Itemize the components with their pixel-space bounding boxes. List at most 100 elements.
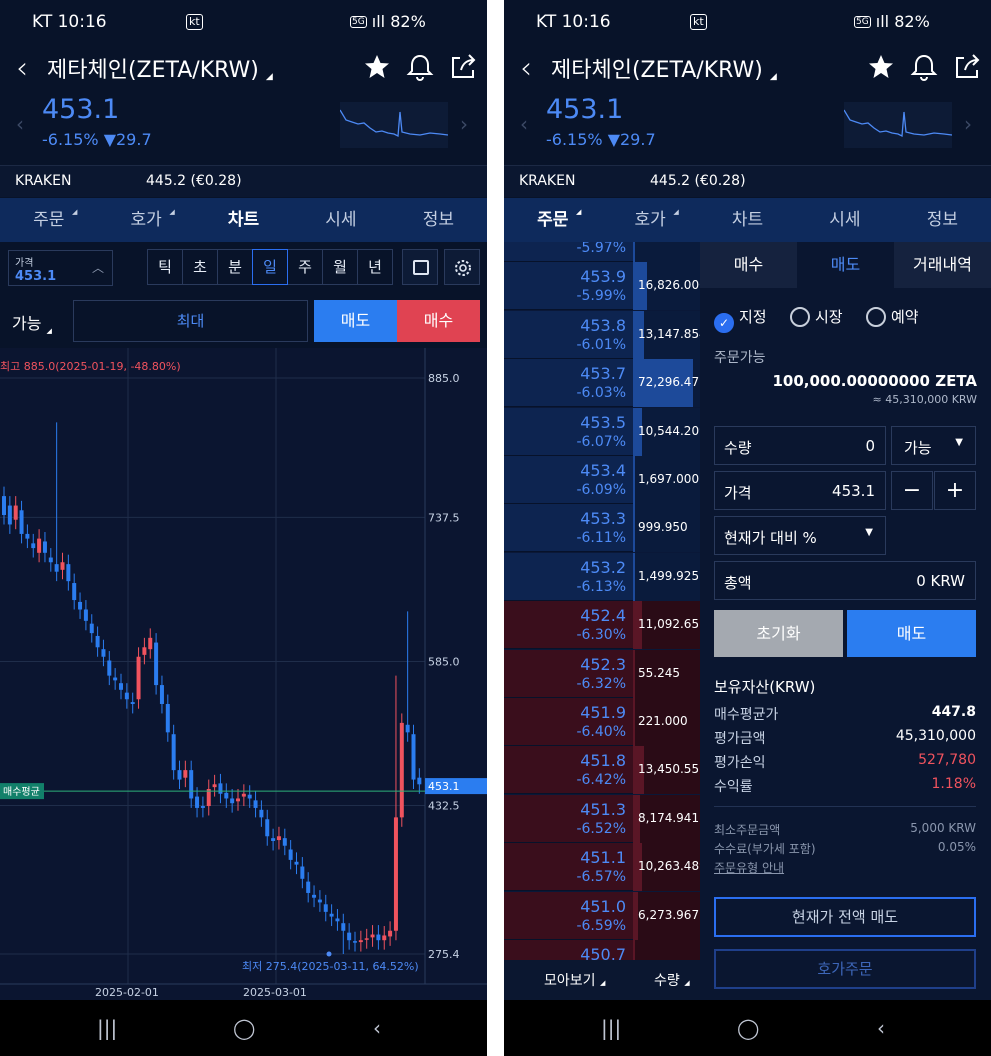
star-icon[interactable]: [866, 52, 896, 82]
orderbook-qty: 55.245: [638, 665, 680, 680]
candle-body: [317, 899, 322, 903]
orderbook-row[interactable]: 453.5 -6.07% 10,544.209: [504, 407, 700, 456]
quantity-toggle[interactable]: 수량 ◢: [654, 970, 690, 990]
orderbook-row[interactable]: 453.9 -5.99% 16,826.000: [504, 262, 700, 311]
sell-all-button[interactable]: 현재가 전액 매도: [714, 897, 976, 937]
timeframe-month[interactable]: 월: [322, 249, 358, 285]
price-field[interactable]: 가격 453.1 ︿: [8, 250, 113, 286]
network-icon: 5G: [854, 16, 871, 28]
tab-history[interactable]: 거래내역: [894, 242, 991, 288]
next-arrow-icon[interactable]: ›: [460, 112, 468, 136]
page-title[interactable]: 제타체인(ZETA/KRW) ◢: [47, 52, 273, 84]
timeframe-year[interactable]: 년: [357, 249, 393, 285]
plus-button[interactable]: +: [934, 471, 976, 510]
quantity-select[interactable]: 가능 ▼: [891, 426, 976, 465]
page-title[interactable]: 제타체인(ZETA/KRW) ◢: [551, 52, 777, 84]
quantity-field[interactable]: 수량 0: [714, 426, 886, 465]
next-arrow-icon[interactable]: ›: [964, 112, 972, 136]
candle-body: [218, 783, 223, 794]
radio-reserve[interactable]: 예약: [866, 306, 919, 327]
price-input[interactable]: 가격 453.1: [714, 471, 886, 510]
candle-body: [124, 692, 129, 700]
candlestick-chart[interactable]: 885.0 737.5 585.0 432.5 275.4 매수평균 453.1 최고 885…: [0, 348, 487, 1000]
candle-body: [353, 941, 357, 943]
tab-info[interactable]: 정보: [894, 198, 991, 242]
orderbook-row[interactable]: 450.7: [504, 940, 700, 960]
orderbook-row[interactable]: -5.97%: [504, 242, 700, 262]
tab-chart[interactable]: 차트: [699, 198, 796, 242]
percent-select[interactable]: 현재가 대비 % ▼: [714, 516, 886, 555]
orderbook-row[interactable]: 451.3 -6.52% 8,174.941: [504, 794, 700, 843]
tab-order[interactable]: 주문 ◢: [504, 198, 601, 242]
share-icon[interactable]: [448, 52, 478, 82]
total-field[interactable]: 총액 0 KRW: [714, 561, 976, 600]
tab-order[interactable]: 주문 ◢: [0, 198, 97, 242]
candle-body: [253, 800, 258, 808]
radio-limit[interactable]: ✓ 지정: [714, 306, 767, 333]
chart-type-button[interactable]: [402, 249, 438, 285]
orderbook-row[interactable]: 453.3 -6.11% 999.950: [504, 504, 700, 553]
orderbook-row[interactable]: 453.7 -6.03% 72,296.475: [504, 359, 700, 408]
home-icon[interactable]: ◯: [233, 1016, 255, 1040]
tab-market[interactable]: 시세: [796, 198, 893, 242]
star-icon[interactable]: [362, 52, 392, 82]
timeframe-tick[interactable]: 틱: [147, 249, 183, 285]
available-label: 주문가능: [714, 350, 766, 366]
reset-button[interactable]: 초기화: [714, 610, 843, 657]
square-icon: [413, 260, 429, 275]
orderbook-row[interactable]: 453.2 -6.13% 1,499.925: [504, 552, 700, 601]
orderbook-row[interactable]: 453.8 -6.01% 13,147.854: [504, 310, 700, 359]
sell-button[interactable]: 매도: [314, 300, 397, 342]
quote-order-button[interactable]: 호가주문: [714, 949, 976, 989]
app-notification-icon: kt: [186, 14, 203, 30]
share-icon[interactable]: [952, 52, 982, 82]
back-icon[interactable]: ‹: [520, 51, 532, 86]
tab-market[interactable]: 시세: [292, 198, 389, 242]
tab-chart[interactable]: 차트: [195, 198, 292, 242]
orderbook-row[interactable]: 451.8 -6.42% 13,450.551: [504, 746, 700, 795]
max-button[interactable]: 최대: [73, 300, 308, 342]
back-nav-icon[interactable]: ‹: [373, 1016, 381, 1040]
prev-arrow-icon[interactable]: ‹: [520, 112, 528, 136]
back-icon[interactable]: ‹: [16, 51, 28, 86]
radio-market[interactable]: 시장: [790, 306, 843, 327]
orderbook-row[interactable]: 452.3 -6.32% 55.245: [504, 649, 700, 698]
bell-icon[interactable]: [405, 52, 435, 82]
orderbook-row[interactable]: 452.4 -6.30% 11,092.657: [504, 601, 700, 650]
orderbook-rate: -6.30%: [576, 627, 626, 644]
home-icon[interactable]: ◯: [737, 1016, 759, 1040]
order-type-guide-link[interactable]: 주문유형 안내: [714, 859, 784, 876]
bell-icon[interactable]: [909, 52, 939, 82]
candle-body: [399, 722, 404, 818]
orderbook[interactable]: -5.97% 453.9 -5.99% 16,826.000 453.8 -6.01% 13…: [504, 242, 700, 960]
tab-sell[interactable]: 매도: [797, 242, 894, 288]
tab-info[interactable]: 정보: [390, 198, 487, 242]
recent-apps-icon[interactable]: |||: [97, 1016, 117, 1040]
tab-orderbook[interactable]: 호가 ◢: [97, 198, 194, 242]
buy-button[interactable]: 매수: [397, 300, 480, 342]
candle-body: [347, 932, 352, 941]
orderbook-row[interactable]: 451.1 -6.57% 10,263.489: [504, 843, 700, 892]
settings-button[interactable]: [444, 249, 480, 285]
timeframe-week[interactable]: 주: [287, 249, 323, 285]
tab-orderbook[interactable]: 호가 ◢: [601, 198, 698, 242]
candle-body: [276, 836, 281, 841]
prev-arrow-icon[interactable]: ‹: [16, 112, 24, 136]
timeframe-second[interactable]: 초: [182, 249, 218, 285]
timeframe-minute[interactable]: 분: [217, 249, 253, 285]
qty-mode[interactable]: 가능 ◢: [12, 310, 52, 335]
timeframe-day[interactable]: 일: [252, 249, 288, 285]
qty-bar: [633, 456, 635, 504]
orderbook-row[interactable]: 453.4 -6.09% 1,697.000: [504, 456, 700, 504]
orderbook-row[interactable]: 451.0 -6.59% 6,273.967: [504, 891, 700, 940]
orderbook-rate: -6.09%: [576, 482, 626, 498]
minus-button[interactable]: −: [891, 471, 933, 510]
orderbook-row[interactable]: 451.9 -6.40% 221.000: [504, 698, 700, 746]
group-view-button[interactable]: 모아보기 ◢: [544, 970, 605, 990]
chevron-up-icon[interactable]: ︿: [92, 259, 104, 276]
back-nav-icon[interactable]: ‹: [877, 1016, 885, 1040]
tab-buy[interactable]: 매수: [700, 242, 797, 288]
recent-apps-icon[interactable]: |||: [601, 1016, 621, 1040]
orderbook-qty: 10,544.209: [638, 423, 700, 438]
submit-sell-button[interactable]: 매도: [847, 610, 976, 657]
